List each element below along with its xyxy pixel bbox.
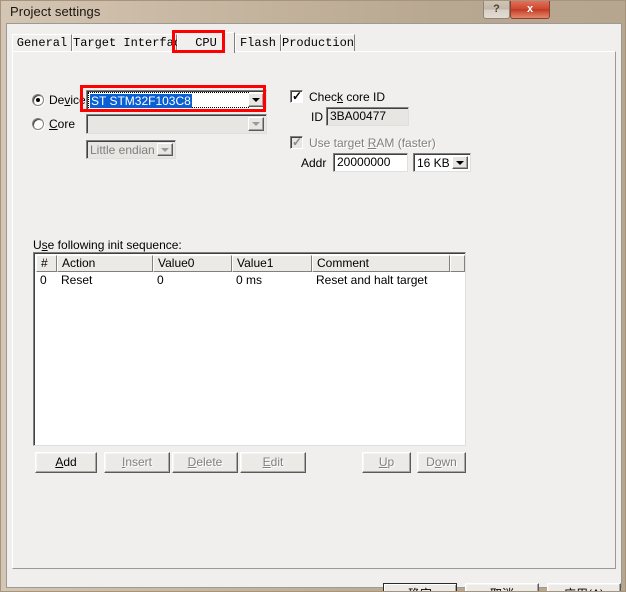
cell-comment: Reset and halt target [316, 273, 428, 287]
cell-value1: 0 ms [236, 273, 263, 287]
use-target-ram-label: Use target RAM (faster) [309, 136, 436, 150]
device-radio-label: Device [49, 93, 86, 107]
init-sequence-list-header: # Action Value0 Value1 Comment [36, 255, 465, 272]
apply-button[interactable]: 应用(A) [547, 583, 621, 591]
chevron-down-icon [456, 160, 464, 165]
core-radio-label: Core [49, 117, 76, 131]
ram-size-dropdown-button[interactable] [452, 156, 468, 169]
core-combo-dropdown-button[interactable] [248, 117, 264, 131]
column-header-comment[interactable]: Comment [312, 255, 450, 272]
insert-button[interactable]: Insert [104, 452, 170, 473]
cpu-tab-page: Device ST STM32F103C8 Core Little endian… [12, 51, 616, 569]
chevron-down-icon [252, 122, 260, 126]
add-button[interactable]: Add [35, 452, 97, 473]
column-header-action[interactable]: Action [57, 255, 153, 272]
help-icon[interactable]: ? [483, 1, 510, 19]
device-combo[interactable]: ST STM32F103C8 [86, 90, 267, 110]
use-target-ram-checkbox[interactable]: ✓ [290, 136, 303, 149]
device-radio-dot [36, 98, 40, 102]
tab-general[interactable]: General [12, 34, 72, 52]
tab-general-label: General [16, 36, 68, 50]
delete-button[interactable]: Delete [172, 452, 238, 473]
cell-value0: 0 [157, 273, 164, 287]
ram-size-value: 16 KB [417, 156, 450, 170]
ram-addr-label: Addr [301, 156, 327, 170]
core-id-label: ID [311, 110, 323, 124]
endian-combo-dropdown-button[interactable] [157, 143, 173, 156]
tab-cpu[interactable]: CPU [177, 32, 235, 53]
chevron-down-icon [252, 98, 260, 102]
init-sequence-label: Use following init sequence: [33, 238, 182, 252]
checkmark-icon: ✓ [292, 135, 303, 149]
cancel-button[interactable]: 取消 [465, 583, 539, 591]
table-row[interactable]: 0 Reset 0 0 ms Reset and halt target [36, 273, 465, 288]
cell-num: 0 [40, 273, 47, 287]
column-header-value1[interactable]: Value1 [232, 255, 312, 272]
close-icon[interactable]: x [510, 1, 550, 19]
chevron-down-icon [161, 147, 169, 152]
core-id-field[interactable]: 3BA00477 [326, 107, 409, 126]
endian-combo-value: Little endian [90, 143, 155, 157]
tab-cpu-label: CPU [195, 36, 217, 50]
endian-combo[interactable]: Little endian [86, 140, 176, 159]
up-button[interactable]: Up [362, 452, 411, 473]
init-sequence-rows: 0 Reset 0 0 ms Reset and halt target [36, 273, 465, 288]
tab-production-label: Production [282, 36, 355, 50]
tab-target-interface[interactable]: Target Interface [72, 34, 188, 52]
dialog-button-bar: 确定 取消 应用(A) [7, 577, 621, 591]
cell-action: Reset [61, 273, 93, 287]
title-bar: Project settings ? x [1, 1, 625, 23]
tab-strip: General Target Interface CPU Flash Produ… [12, 32, 616, 53]
project-settings-window: Project settings ? x General Target Inte… [0, 0, 626, 592]
column-header-spacer[interactable] [450, 255, 465, 272]
init-sequence-list[interactable]: # Action Value0 Value1 Comment 0 Reset 0… [33, 252, 466, 446]
tab-target-interface-label: Target Interface [73, 36, 189, 50]
core-radio[interactable] [32, 118, 44, 130]
device-combo-value: ST STM32F103C8 [90, 94, 192, 108]
column-header-value0[interactable]: Value0 [153, 255, 232, 272]
tab-flash[interactable]: Flash [235, 34, 281, 52]
tab-production[interactable]: Production [281, 34, 355, 52]
ok-button[interactable]: 确定 [383, 583, 457, 591]
tab-flash-label: Flash [239, 36, 276, 50]
core-combo[interactable] [86, 114, 267, 134]
check-core-id-checkbox[interactable]: ✓ [290, 90, 303, 103]
checkmark-icon: ✓ [292, 89, 303, 103]
edit-button[interactable]: Edit [240, 452, 306, 473]
check-core-id-label: Check core ID [309, 90, 386, 104]
ram-addr-field[interactable]: 20000000 [333, 153, 408, 172]
dialog-client-area: General Target Interface CPU Flash Produ… [6, 23, 622, 591]
ram-size-combo[interactable]: 16 KB [413, 153, 471, 172]
window-title: Project settings [10, 4, 101, 19]
column-header-num[interactable]: # [36, 255, 57, 272]
device-combo-dropdown-button[interactable] [248, 93, 264, 107]
device-radio[interactable] [32, 94, 44, 106]
down-button[interactable]: Down [417, 452, 466, 473]
